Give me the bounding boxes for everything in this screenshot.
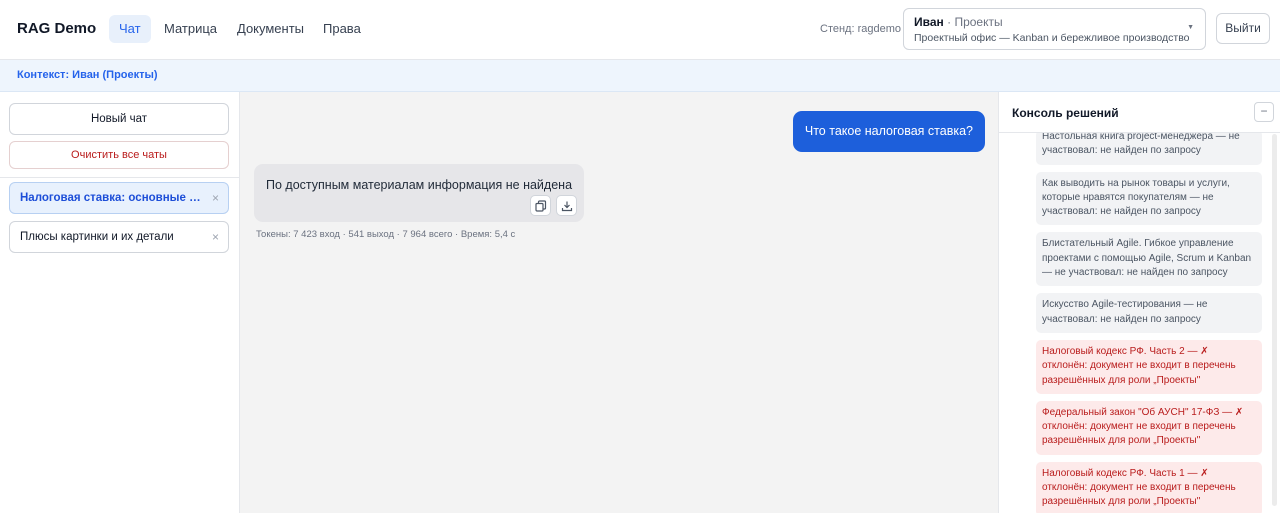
download-icon: [561, 201, 573, 212]
console-entry: Искусство Agile-тестирования — не участв…: [1036, 293, 1262, 333]
console-title: Консоль решений: [1012, 106, 1119, 120]
console-header: Консоль решений −: [999, 92, 1280, 133]
chat-list-item[interactable]: Плюсы картинки и их детали ×: [9, 221, 229, 253]
context-select-title: Иван · Проекты: [914, 15, 1195, 29]
stand-label: Стенд: ragdemo: [820, 23, 901, 35]
collapse-console-button[interactable]: −: [1254, 102, 1274, 122]
sidebar-divider: [0, 177, 239, 178]
assistant-message-text: По доступным материалам информация не на…: [266, 178, 573, 192]
console-entry: Блистательный Agile. Гибкое управление п…: [1036, 232, 1262, 287]
chevron-down-icon: ▼: [1187, 24, 1194, 31]
context-separator: ·: [947, 15, 952, 29]
context-bar: Контекст: Иван (Проекты): [0, 60, 1280, 92]
chat-sidebar: Новый чат Очистить все чаты Налоговая ст…: [0, 92, 240, 513]
token-stats: Токены: 7 423 вход · 541 выход · 7 964 в…: [256, 229, 516, 240]
copy-icon: [535, 200, 547, 212]
context-user-name: Иван: [914, 15, 944, 29]
chat-list-item-active[interactable]: Налоговая ставка: основные по... ×: [9, 182, 229, 214]
context-text: Контекст: Иван (Проекты): [17, 69, 158, 81]
context-subtitle: Проектный офис — Kanban и бережливое про…: [914, 32, 1190, 44]
context-select[interactable]: Иван · Проекты Проектный офис — Kanban и…: [903, 8, 1206, 50]
nav-tab-chat[interactable]: Чат: [109, 15, 151, 43]
close-icon[interactable]: ×: [212, 183, 219, 213]
logout-button[interactable]: Выйти: [1216, 13, 1270, 44]
copy-button[interactable]: [530, 195, 551, 216]
assistant-message-bubble: По доступным материалам информация не на…: [254, 164, 584, 222]
close-icon[interactable]: ×: [212, 222, 219, 252]
console-entry: Настольная книга project-менеджера — не …: [1036, 130, 1262, 165]
user-message-bubble: Что такое налоговая ставка?: [792, 111, 985, 152]
clear-all-chats-button[interactable]: Очистить все чаты: [9, 141, 229, 169]
context-role: Проекты: [954, 15, 1003, 29]
console-entry-list: Настольная книга project-менеджера — не …: [1036, 130, 1262, 513]
console-entry-rejected: Федеральный закон "Об АУСН" 17-ФЗ — ✗ от…: [1036, 400, 1262, 455]
app-brand[interactable]: RAG Demo: [17, 20, 96, 37]
nav-tab-rights[interactable]: Права: [313, 15, 371, 43]
chat-area: Что такое налоговая ставка? По доступным…: [240, 92, 998, 513]
console-entry-rejected: Налоговый кодекс РФ. Часть 2 — ✗ отклонё…: [1036, 339, 1262, 394]
console-scrollbar[interactable]: [1272, 134, 1277, 506]
download-button[interactable]: [556, 195, 577, 216]
nav-tab-matrix[interactable]: Матрица: [154, 15, 227, 43]
nav-tab-documents[interactable]: Документы: [227, 15, 314, 43]
top-header: RAG Demo Чат Матрица Документы Права Сте…: [0, 0, 1280, 60]
new-chat-button[interactable]: Новый чат: [9, 103, 229, 135]
chat-item-label: Плюсы картинки и их детали: [20, 231, 174, 243]
chat-item-label: Налоговая ставка: основные по...: [20, 192, 213, 204]
decision-console: Консоль решений − Настольная книга proje…: [998, 92, 1280, 513]
console-entry: Как выводить на рынок товары и услуги, к…: [1036, 171, 1262, 226]
console-entry-rejected: Налоговый кодекс РФ. Часть 1 — ✗ отклонё…: [1036, 461, 1262, 513]
